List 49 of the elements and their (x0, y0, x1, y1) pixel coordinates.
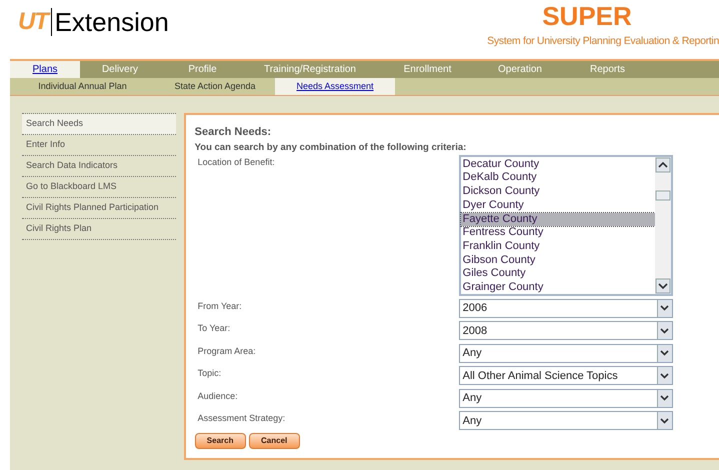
caret-icon (660, 372, 670, 379)
field-label: Location of Benefit: (196, 156, 276, 169)
list-option[interactable]: Giles County (460, 267, 655, 282)
field-label: Topic: (196, 367, 222, 380)
app-title: SUPER (542, 3, 632, 29)
form-subtitle: You can search by any combination of the following criteria: (194, 140, 468, 154)
list-option[interactable]: Decatur County (460, 158, 655, 172)
field-label: From Year: (196, 300, 243, 313)
location-listbox[interactable]: Decatur County DeKalb County Dickson County Dyer County Fayette County Fentress County Franklin County Gibson County Giles County Grainger County (458, 154, 673, 296)
logo-mark: UT (18, 10, 48, 34)
list-option[interactable]: Franklin County (460, 240, 655, 254)
nav-tab[interactable]: Plans (10, 61, 80, 78)
caret-icon (660, 418, 670, 424)
subnav-tab[interactable]: Needs Assessment (275, 78, 395, 95)
form-button[interactable]: Cancel (248, 432, 300, 449)
list-option[interactable]: Fentress County (460, 226, 655, 240)
dropdown[interactable]: Any (458, 411, 673, 430)
subnav-tab[interactable]: Individual Annual Plan (10, 78, 155, 95)
list-option[interactable]: Dickson County (460, 185, 655, 199)
dropdown[interactable]: All Other Animal Science Topics (458, 366, 673, 386)
list-option[interactable]: Fayette County (460, 212, 655, 226)
field-label: Program Area: (196, 344, 257, 358)
list-option[interactable]: Dyer County (460, 198, 655, 213)
field-label: Assessment Strategy: (196, 412, 286, 426)
dropdown[interactable]: 2008 (458, 321, 673, 340)
sidebar-item[interactable]: Civil Rights Plan (22, 219, 176, 240)
caret-icon (660, 395, 670, 402)
form-title: Search Needs: (194, 125, 272, 140)
logo-text: Extension (54, 9, 169, 35)
dropdown[interactable]: 2006 (458, 298, 673, 318)
subnav-tab[interactable]: State Action Agenda (155, 78, 275, 95)
caret-icon (660, 328, 670, 334)
list-option[interactable]: DeKalb County (460, 171, 655, 186)
sidebar-item[interactable]: Search Needs (22, 114, 176, 135)
list-option[interactable]: Grainger County (460, 281, 655, 295)
sidebar-item[interactable]: Search Data Indicators (22, 156, 176, 177)
sidebar-item[interactable]: Enter Info (22, 135, 176, 156)
field-label: To Year: (196, 322, 232, 336)
caret-icon (660, 350, 670, 356)
dropdown[interactable]: Any (458, 388, 673, 408)
sidebar-item[interactable]: Civil Rights Planned Participation (22, 198, 176, 219)
list-option[interactable]: Gibson County (460, 254, 655, 268)
field-label: Audience: (196, 390, 239, 403)
sidebar-item[interactable]: Go to Blackboard LMS (22, 177, 176, 198)
dropdown[interactable]: Any (458, 344, 673, 363)
scrollbar-icon (654, 156, 671, 294)
caret-icon (660, 305, 670, 312)
form-button[interactable]: Search (194, 432, 246, 449)
app-subtitle: System for University Planning Evaluation & Reportin (487, 34, 719, 49)
